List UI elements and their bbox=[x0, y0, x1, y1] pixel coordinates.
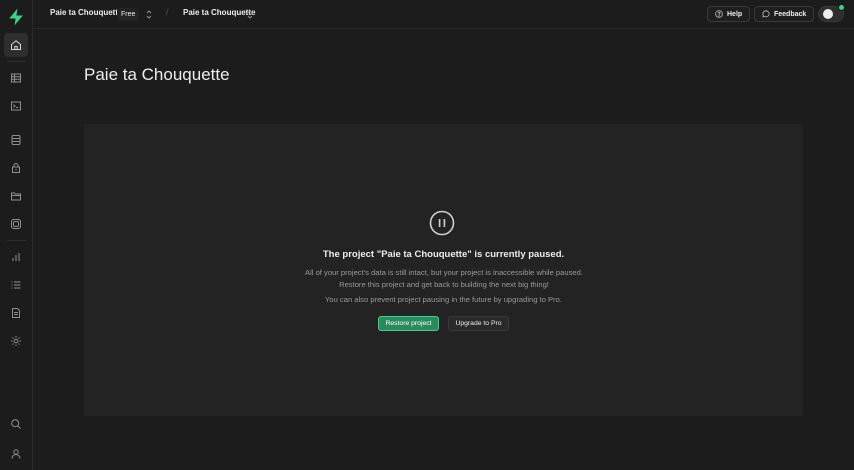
sidebar-item-reports[interactable] bbox=[4, 245, 28, 269]
search-icon bbox=[11, 419, 21, 429]
sidebar-item-home[interactable] bbox=[4, 33, 28, 57]
sidebar-item-table-editor[interactable] bbox=[4, 66, 28, 90]
folder-icon bbox=[11, 192, 21, 201]
list-icon bbox=[11, 281, 21, 289]
sidebar bbox=[0, 0, 33, 470]
sidebar-item-search[interactable] bbox=[4, 412, 28, 436]
pause-icon bbox=[429, 210, 455, 236]
top-bar: Paie ta Chouquette Free / Paie ta Chouqu… bbox=[33, 0, 854, 29]
sidebar-item-storage[interactable] bbox=[4, 184, 28, 208]
sidebar-item-authentication[interactable] bbox=[4, 156, 28, 180]
document-icon bbox=[12, 308, 20, 318]
page-title: Paie ta Chouquette bbox=[84, 65, 230, 84]
supabase-logo-icon[interactable] bbox=[8, 8, 24, 26]
sidebar-item-account[interactable] bbox=[4, 442, 28, 466]
plan-badge: Free bbox=[117, 8, 140, 21]
user-avatar[interactable] bbox=[818, 4, 845, 22]
upgrade-to-pro-button[interactable]: Upgrade to Pro bbox=[448, 316, 509, 331]
help-button[interactable]: Help bbox=[707, 6, 751, 22]
sidebar-item-sql-editor[interactable] bbox=[4, 94, 28, 118]
home-icon bbox=[11, 40, 21, 50]
database-icon bbox=[11, 135, 21, 145]
table-icon bbox=[11, 73, 21, 83]
sidebar-item-edge-functions[interactable] bbox=[4, 212, 28, 236]
user-icon bbox=[11, 449, 21, 459]
lock-icon bbox=[12, 163, 20, 173]
gear-icon bbox=[11, 336, 21, 346]
chevron-updown-icon[interactable] bbox=[246, 8, 254, 21]
restore-project-button[interactable]: Restore project bbox=[378, 316, 439, 331]
feedback-button[interactable]: Feedback bbox=[754, 6, 815, 22]
sidebar-item-settings[interactable] bbox=[4, 329, 28, 353]
sidebar-item-api-docs[interactable] bbox=[4, 301, 28, 325]
paused-title: The project "Paie ta Chouquette" is curr… bbox=[322, 249, 565, 260]
paused-description: All of your project's data is still inta… bbox=[305, 268, 583, 289]
feedback-label: Feedback bbox=[774, 10, 807, 18]
chat-bubble-icon bbox=[762, 10, 770, 18]
chevron-updown-icon[interactable] bbox=[145, 8, 153, 21]
help-label: Help bbox=[727, 10, 743, 18]
paused-project-panel: The project "Paie ta Chouquette" is curr… bbox=[84, 124, 803, 416]
sidebar-item-logs[interactable] bbox=[4, 273, 28, 297]
functions-icon bbox=[11, 219, 21, 229]
bar-chart-icon bbox=[12, 253, 20, 261]
help-icon bbox=[715, 10, 723, 18]
avatar-image bbox=[823, 9, 833, 19]
sidebar-divider bbox=[7, 240, 26, 241]
org-name[interactable]: Paie ta Chouquette bbox=[50, 8, 122, 17]
terminal-icon bbox=[11, 101, 21, 111]
sidebar-item-database[interactable] bbox=[4, 128, 28, 152]
breadcrumb-separator: / bbox=[166, 7, 169, 17]
status-indicator bbox=[838, 4, 845, 11]
sidebar-divider bbox=[7, 61, 26, 62]
project-name[interactable]: Paie ta Chouquette bbox=[183, 8, 255, 17]
paused-hint: You can also prevent project pausing in … bbox=[325, 295, 562, 304]
